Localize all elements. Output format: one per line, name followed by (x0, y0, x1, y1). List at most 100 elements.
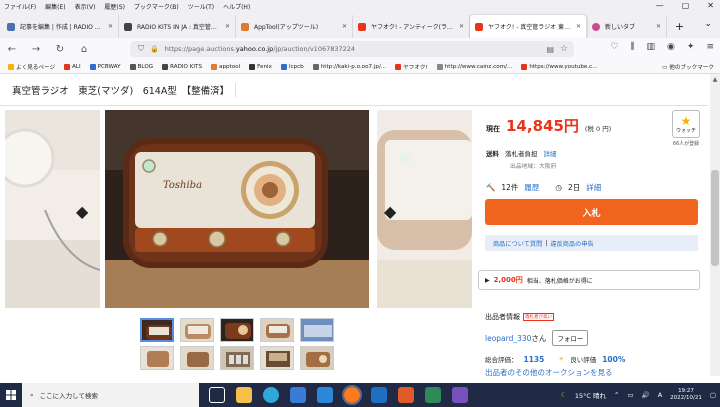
task-view-icon[interactable] (209, 387, 225, 403)
mail-icon[interactable] (317, 387, 333, 403)
menu-edit[interactable]: 編集(E) (45, 2, 65, 11)
bid-button[interactable]: 入札 (485, 199, 698, 225)
url-bar[interactable]: ⛉ 🔒 https://page.auctions.yahoo.co.jp/jp… (130, 41, 574, 57)
tab-new-tab[interactable]: 新しいタブ ✕ (587, 15, 667, 38)
minimize-button[interactable]: — (656, 1, 664, 10)
thumbnail[interactable] (300, 346, 334, 370)
tab-close-icon[interactable]: ✕ (108, 23, 113, 30)
url-text[interactable]: https://page.auctions.yahoo.co.jp/jp/auc… (165, 45, 355, 53)
bookmark-item[interactable]: ALI (64, 63, 81, 70)
new-tab-button[interactable]: + (667, 20, 692, 38)
bookmark-item[interactable]: ヤフオク! (395, 63, 428, 71)
thumbnail[interactable] (300, 318, 334, 342)
thumbnail[interactable] (260, 318, 294, 342)
report-link[interactable]: 違反商品の申告 (550, 239, 593, 248)
promo-banner[interactable]: ▶ 2,000円 相当、落札価格がお得に (478, 270, 700, 290)
thumbnail[interactable] (220, 346, 254, 370)
time-detail-link[interactable]: 詳細 (586, 182, 601, 193)
bookmark-star-icon[interactable]: ☆ (560, 44, 568, 54)
menu-view[interactable]: 表示(V) (75, 2, 96, 11)
app-menu-icon[interactable]: ≡ (706, 42, 714, 52)
watch-box[interactable]: ★ ウォッチ (672, 110, 700, 138)
bookmark-item[interactable]: RADIO KITS (162, 63, 202, 70)
tab-close-icon[interactable]: ✕ (576, 23, 581, 30)
list-tabs-icon[interactable]: ⌄ (704, 19, 712, 29)
maximize-button[interactable]: ▢ (682, 1, 690, 10)
follow-button[interactable]: フォロー (552, 330, 589, 346)
edge-icon[interactable] (263, 387, 279, 403)
tab-close-icon[interactable]: ✕ (656, 23, 661, 30)
bookmark-item[interactable]: よく見るページ (8, 63, 55, 71)
reader-view-icon[interactable]: ▤ (546, 45, 554, 54)
pocket-icon[interactable]: ♡ (610, 42, 618, 52)
store-icon[interactable] (290, 387, 306, 403)
notifications-icon[interactable]: ▢ (710, 391, 716, 399)
tab-yahoo-radio[interactable]: ヤフオク! - 真空管ラジオ 東芝(マ ✕ (470, 15, 587, 38)
main-product-image[interactable]: Toshiba (105, 110, 369, 308)
menu-history[interactable]: 履歴(S) (104, 2, 125, 11)
thumbnail[interactable] (220, 318, 254, 342)
tab-yahoo-antique[interactable]: ヤフオク! - アンティーク(ラジオ オー ✕ (353, 15, 470, 38)
menu-help[interactable]: ヘルプ(H) (223, 2, 250, 11)
bookmark-item[interactable]: lcpcb (280, 63, 304, 70)
menu-bookmarks[interactable]: ブックマーク(B) (134, 2, 179, 11)
seller-name[interactable]: leopard_330さん (485, 333, 546, 344)
extensions-icon[interactable]: ✦ (687, 42, 695, 52)
taskbar-search[interactable]: ⌕ ここに入力して検索 (22, 383, 199, 407)
lock-icon[interactable]: 🔒 (150, 45, 159, 53)
thumbnail[interactable] (180, 346, 214, 370)
other-auctions-link[interactable]: 出品者のその他のオークションを見る (485, 367, 700, 378)
sidebar-icon[interactable]: ▥ (647, 42, 656, 52)
firefox-icon[interactable] (342, 385, 362, 405)
tab-apptool[interactable]: AppTool(アップツール) ✕ (236, 15, 353, 38)
shipping-detail-link[interactable]: 詳細 (544, 148, 557, 158)
bookmark-item[interactable]: apptool (211, 63, 240, 70)
volume-icon[interactable]: 🔊 (642, 391, 650, 399)
scroll-up-icon[interactable]: ▲ (710, 74, 720, 83)
account-icon[interactable]: ◉ (667, 42, 675, 52)
tab-close-icon[interactable]: ✕ (342, 23, 347, 30)
shield-icon[interactable]: ⛉ (138, 44, 144, 54)
thumbnail[interactable] (140, 318, 174, 342)
forward-icon[interactable]: → (30, 44, 42, 55)
thumbnail[interactable] (180, 318, 214, 342)
bookmark-item[interactable]: BLOG (129, 63, 153, 70)
tab-close-icon[interactable]: ✕ (225, 23, 230, 30)
seller-name-link[interactable]: leopard_330 (485, 334, 531, 343)
thumbnail[interactable] (260, 346, 294, 370)
tab-edit-article[interactable]: 記事を編集 | 作成 | RADIO KITS ✕ (2, 15, 119, 38)
watch-button[interactable]: ★ ウォッチ 66人が登録 (672, 110, 700, 147)
bookmark-item[interactable]: http://kaki-p.o.oo7.jp/... (312, 63, 386, 70)
windows-start-icon[interactable] (0, 390, 22, 400)
back-icon[interactable]: ← (6, 44, 18, 55)
app-icon[interactable] (371, 387, 387, 403)
next-arrow-icon[interactable]: ◆ (384, 202, 396, 221)
bookmark-item[interactable]: http://www.cainz.com/... (436, 63, 512, 70)
close-window-button[interactable]: ✕ (707, 1, 714, 10)
tray-arrow-icon[interactable]: ⌃ (614, 391, 619, 399)
other-bookmarks[interactable]: ▭ 他のブックマーク (662, 63, 714, 71)
thumbnail[interactable] (140, 346, 174, 370)
menu-file[interactable]: ファイル(F) (4, 2, 36, 11)
menu-tools[interactable]: ツール(T) (188, 2, 214, 11)
reload-icon[interactable]: ↻ (54, 44, 66, 55)
weather-text[interactable]: 15°C 晴れ (575, 390, 606, 400)
tab-radio-kits[interactable]: RADIO KITS IN JA : 真空管ラジ ✕ (119, 15, 236, 38)
library-icon[interactable]: ⫼ (630, 42, 634, 52)
file-explorer-icon[interactable] (236, 387, 252, 403)
tab-close-icon[interactable]: ✕ (459, 23, 464, 30)
bookmark-item[interactable]: https://www.youtube.c... (521, 63, 598, 70)
bookmark-item[interactable]: PCBWAY (89, 63, 121, 70)
total-rating-value[interactable]: 1135 (524, 355, 545, 364)
app-icon[interactable] (398, 387, 414, 403)
ime-indicator[interactable]: A (658, 391, 662, 399)
clock[interactable]: 19:27 2022/10/21 (670, 388, 702, 402)
bid-history-link[interactable]: 履歴 (524, 182, 539, 193)
network-icon[interactable]: ▭ (627, 391, 633, 399)
bookmark-item[interactable]: Fenix (249, 63, 272, 70)
scroll-thumb[interactable] (711, 170, 719, 266)
app-icon[interactable] (452, 387, 468, 403)
app-icon[interactable] (425, 387, 441, 403)
home-icon[interactable]: ⌂ (78, 44, 90, 55)
page-scrollbar[interactable]: ▲ (710, 74, 720, 376)
